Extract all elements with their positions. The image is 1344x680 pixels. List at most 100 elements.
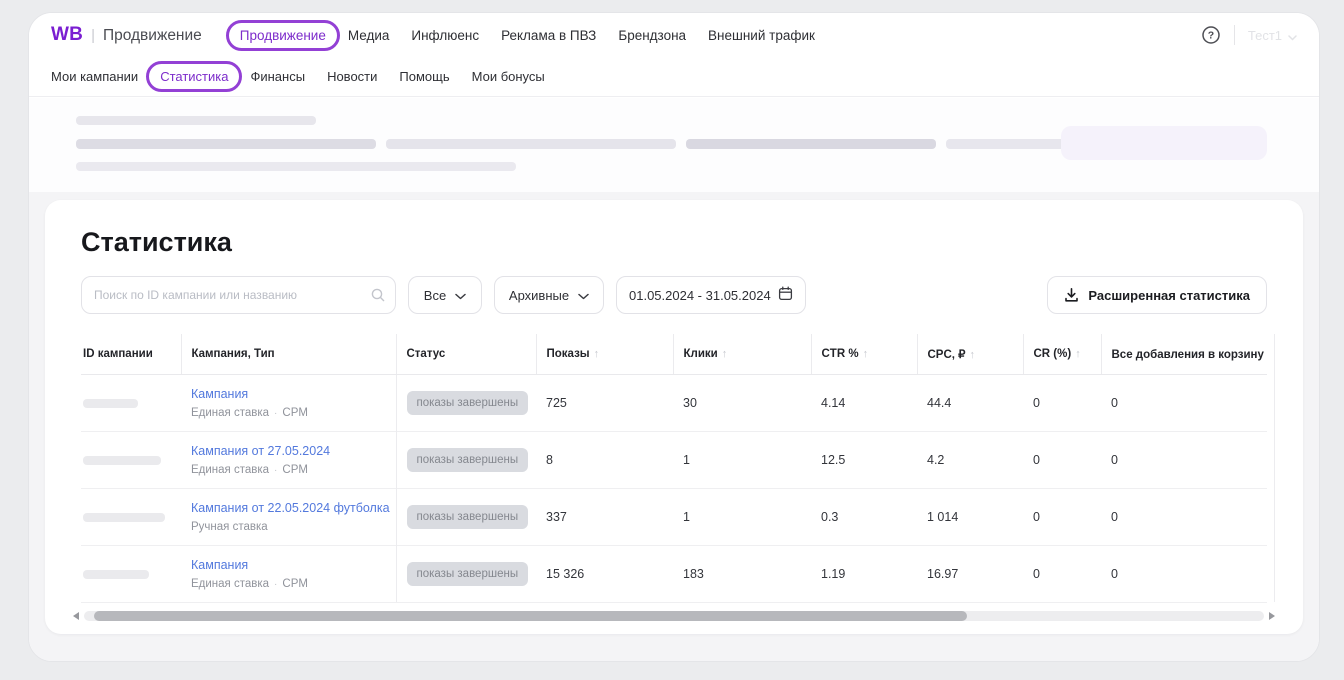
- calendar-icon: [778, 286, 793, 304]
- content-area: Статистика Все: [29, 98, 1319, 661]
- cell-cpc: 1 014: [917, 489, 1023, 546]
- scope-select[interactable]: Все: [408, 276, 482, 314]
- cell-cr: 0: [1023, 432, 1101, 489]
- filter-bar: Все Архивные 01.05.2024 - 31.05.2024: [81, 276, 1267, 314]
- cell-cr: 0: [1023, 546, 1101, 603]
- top-nav-item-2[interactable]: Инфлюенс: [411, 28, 479, 43]
- date-range-picker[interactable]: 01.05.2024 - 31.05.2024: [616, 276, 806, 314]
- search-input[interactable]: [81, 276, 396, 314]
- column-header-7[interactable]: CR (%)↑: [1023, 334, 1101, 375]
- sub-nav-item-3[interactable]: Новости: [327, 69, 377, 84]
- cell-ctr: 1.19: [811, 546, 917, 603]
- banner-button[interactable]: [1061, 126, 1267, 160]
- cell-cart-adds: 0: [1101, 432, 1267, 489]
- scroll-right-arrow[interactable]: [1269, 612, 1275, 620]
- search-box: [81, 276, 396, 314]
- sort-arrow-icon: ↑: [863, 348, 869, 360]
- status-badge: показы завершены: [407, 505, 529, 529]
- cell-cart-adds: 0: [1101, 546, 1267, 603]
- cell-campaign-name: КампанияЕдиная ставка·CPM: [181, 546, 396, 603]
- date-range-value: 01.05.2024 - 31.05.2024: [629, 288, 771, 303]
- svg-text:?: ?: [1208, 30, 1214, 42]
- sub-nav-item-2[interactable]: Финансы: [250, 69, 305, 84]
- extended-statistics-button[interactable]: Расширенная статистика: [1047, 276, 1267, 314]
- status-select[interactable]: Архивные: [494, 276, 604, 314]
- cell-ctr: 12.5: [811, 432, 917, 489]
- cell-cart-adds: 0: [1101, 375, 1267, 432]
- scrollbar-thumb[interactable]: [94, 611, 967, 621]
- sort-arrow-icon: ↑: [970, 349, 976, 361]
- sub-nav-item-0[interactable]: Мои кампании: [51, 69, 138, 84]
- sort-arrow-icon: ↑: [722, 348, 728, 360]
- extended-statistics-label: Расширенная статистика: [1088, 288, 1250, 303]
- column-label: Статус: [407, 348, 446, 360]
- campaign-id-redacted: [83, 513, 165, 522]
- banner-redacted-line: [76, 162, 516, 171]
- account-label: Тест1: [1248, 28, 1282, 43]
- column-header-6[interactable]: CPC, ₽↑: [917, 334, 1023, 375]
- top-nav-item-1[interactable]: Медиа: [348, 28, 390, 43]
- cell-clicks: 1: [673, 432, 811, 489]
- column-header-4[interactable]: Клики ↑: [673, 334, 811, 375]
- sub-nav-item-5[interactable]: Мои бонусы: [472, 69, 545, 84]
- brand-logo: WB | Продвижение: [51, 24, 202, 46]
- cell-cart-adds: 0: [1101, 489, 1267, 546]
- column-header-0: ID кампании: [81, 334, 181, 375]
- sub-nav: Мои кампании Статистика Финансы Новости Помо…: [51, 69, 545, 84]
- chevron-down-icon: [455, 288, 466, 303]
- top-nav-item-0[interactable]: Продвижение: [240, 28, 326, 43]
- product-name: Продвижение: [103, 27, 202, 45]
- column-label: Показы: [547, 348, 590, 360]
- column-header-3[interactable]: Показы ↑: [536, 334, 673, 375]
- top-nav-item-3[interactable]: Реклама в ПВЗ: [501, 28, 596, 43]
- column-header-8[interactable]: Все добавления в корзину?↑: [1101, 334, 1267, 375]
- scrollbar-track[interactable]: [84, 611, 1264, 621]
- sort-arrow-icon: ↑: [594, 348, 600, 360]
- campaign-type: Единая ставка·CPM: [191, 407, 388, 419]
- column-label: Клики: [684, 348, 718, 360]
- dot-separator: ·: [274, 465, 277, 476]
- banner-redacted-line: [386, 139, 676, 149]
- cell-cr: 0: [1023, 489, 1101, 546]
- campaign-link[interactable]: Кампания от 27.05.2024: [191, 444, 330, 458]
- campaigns-table: ID кампанииКампания, ТипСтатусПоказы↑Кли…: [81, 334, 1267, 603]
- cell-campaign-id: [81, 375, 181, 432]
- scroll-left-arrow[interactable]: [73, 612, 79, 620]
- cell-campaign-id: [81, 489, 181, 546]
- column-header-5[interactable]: CTR % ↑: [811, 334, 917, 375]
- campaign-link[interactable]: Кампания: [191, 558, 248, 572]
- campaign-link[interactable]: Кампания от 22.05.2024 футболка: [191, 501, 390, 515]
- sub-nav-item-1[interactable]: Статистика: [160, 69, 228, 84]
- cell-campaign-name: Кампания от 22.05.2024 футболкаРучная ст…: [181, 489, 396, 546]
- cell-cpc: 16.97: [917, 546, 1023, 603]
- dot-separator: ·: [274, 408, 277, 419]
- top-nav-right: ? Тест1: [1201, 25, 1297, 45]
- cell-clicks: 30: [673, 375, 811, 432]
- divider: [1234, 25, 1235, 45]
- cell-status: показы завершены: [396, 432, 536, 489]
- download-icon: [1064, 287, 1079, 303]
- top-nav-item-4[interactable]: Брендзона: [618, 28, 686, 43]
- sub-nav-item-4[interactable]: Помощь: [399, 69, 449, 84]
- scope-select-value: Все: [424, 288, 446, 303]
- campaign-link[interactable]: Кампания: [191, 387, 248, 401]
- help-icon[interactable]: ?: [1201, 25, 1221, 45]
- top-nav-item-5[interactable]: Внешний трафик: [708, 28, 815, 43]
- account-menu[interactable]: Тест1: [1248, 27, 1297, 44]
- horizontal-scrollbar: [73, 610, 1275, 622]
- page-title: Статистика: [81, 226, 1267, 258]
- chevron-down-icon: [578, 288, 589, 303]
- cell-cpc: 44.4: [917, 375, 1023, 432]
- table-row: Кампания от 27.05.2024Единая ставка·CPM п…: [81, 432, 1267, 489]
- cell-campaign-name: Кампания от 27.05.2024Единая ставка·CPM: [181, 432, 396, 489]
- cell-cr: 0: [1023, 375, 1101, 432]
- wb-logo: WB: [51, 24, 83, 46]
- column-header-1: Кампания, Тип: [181, 334, 396, 375]
- cell-ctr: 0.3: [811, 489, 917, 546]
- status-select-value: Архивные: [509, 288, 569, 303]
- column-label: CTR %: [822, 348, 859, 360]
- app-window: WB | Продвижение Продвижение Медиа Инфлюен…: [28, 12, 1320, 662]
- cell-clicks: 1: [673, 489, 811, 546]
- search-icon: [370, 287, 386, 308]
- status-badge: показы завершены: [407, 448, 529, 472]
